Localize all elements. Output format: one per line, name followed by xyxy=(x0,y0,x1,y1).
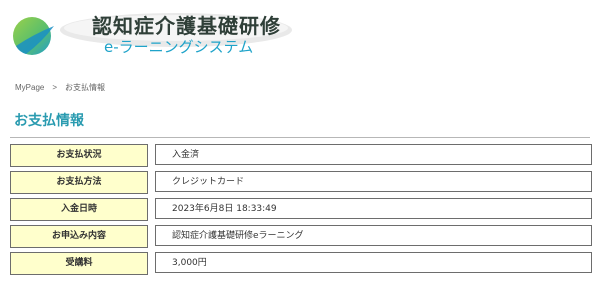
breadcrumb-separator: > xyxy=(52,83,58,92)
payment-status-row: お支払状況 入金済 xyxy=(10,144,594,167)
tuition-fee-row: 受講料 3,000円 xyxy=(10,252,594,275)
tuition-fee-label: 受講料 xyxy=(10,252,148,275)
payment-datetime-value: 2023年6月8日 18:33:49 xyxy=(155,198,592,219)
payment-info-table: お支払状況 入金済 お支払方法 クレジットカード 入金日時 2023年6月8日 … xyxy=(10,144,594,279)
page-title: お支払情報 xyxy=(14,113,84,129)
application-details-label: お申込み内容 xyxy=(10,225,148,248)
payment-datetime-row: 入金日時 2023年6月8日 18:33:49 xyxy=(10,198,594,221)
site-header: 認知症介護基礎研修 e-ラーニングシステム xyxy=(0,0,600,70)
title-divider xyxy=(10,137,590,138)
payment-status-value: 入金済 xyxy=(155,144,592,165)
breadcrumb-home-link[interactable]: MyPage xyxy=(15,83,44,92)
application-details-value: 認知症介護基礎研修eラーニング xyxy=(155,225,592,246)
logo-icon[interactable] xyxy=(12,16,56,56)
tuition-fee-value: 3,000円 xyxy=(155,252,592,273)
site-subtitle: e-ラーニングシステム xyxy=(104,38,254,56)
payment-method-value: クレジットカード xyxy=(155,171,592,192)
payment-status-label: お支払状況 xyxy=(10,144,148,167)
payment-method-label: お支払方法 xyxy=(10,171,148,194)
application-details-row: お申込み内容 認知症介護基礎研修eラーニング xyxy=(10,225,594,248)
payment-datetime-label: 入金日時 xyxy=(10,198,148,221)
site-title: 認知症介護基礎研修 xyxy=(92,14,281,38)
breadcrumb: MyPage > お支払情報 xyxy=(15,82,105,93)
payment-method-row: お支払方法 クレジットカード xyxy=(10,171,594,194)
breadcrumb-current: お支払情報 xyxy=(65,83,106,92)
